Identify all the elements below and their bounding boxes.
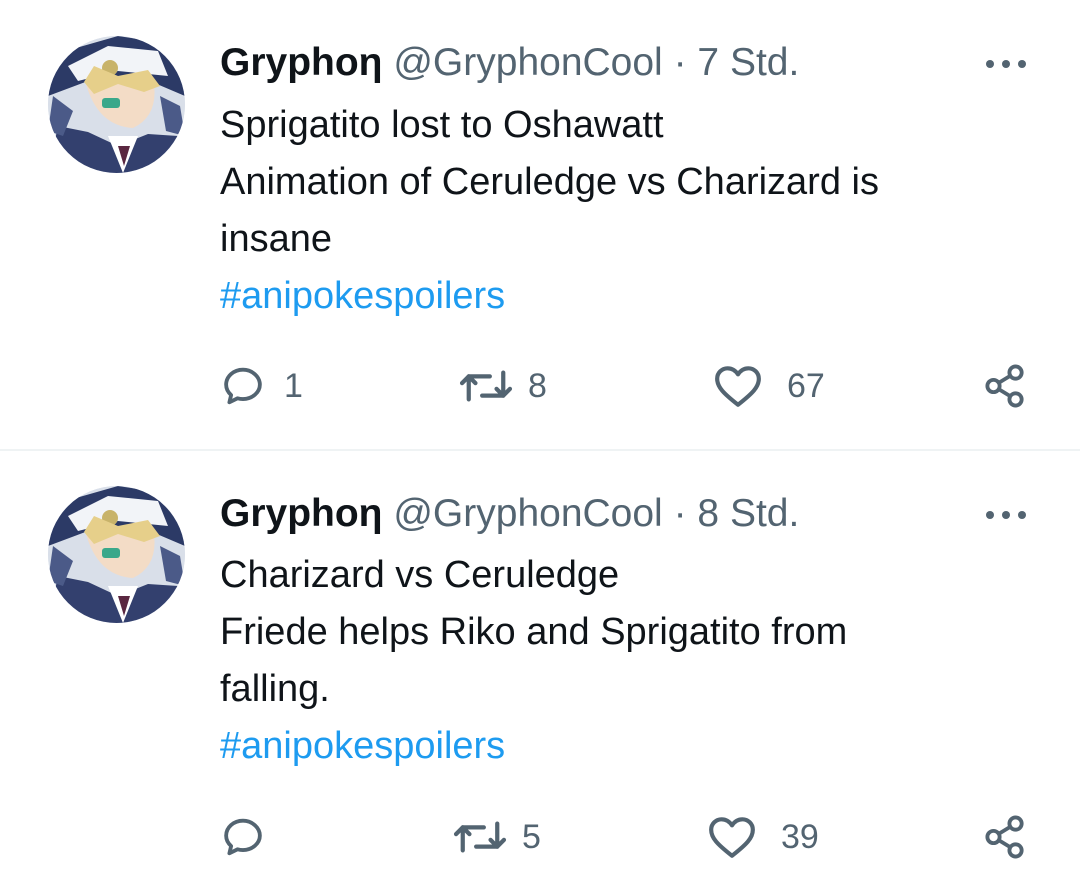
retweet-button[interactable]: 8 — [456, 356, 547, 416]
share-icon — [985, 815, 1024, 859]
tweet-actions: 5 39 — [0, 807, 1080, 867]
retweet-count: 8 — [528, 366, 547, 405]
like-button[interactable]: 39 — [707, 807, 819, 867]
display-name[interactable]: Gryphoη — [220, 492, 383, 535]
user-handle[interactable]: @GryphonCool — [393, 41, 662, 84]
retweet-icon — [459, 370, 513, 402]
retweet-count: 5 — [522, 817, 541, 856]
tweet-text: Charizard vs Ceruledge Friede helps Riko… — [220, 547, 1020, 775]
reply-icon — [224, 367, 262, 405]
hashtag-link[interactable]: #anipokespoilers — [220, 268, 1020, 325]
like-button[interactable]: 67 — [713, 356, 825, 416]
tweet[interactable]: Gryphoη @GryphonCool · 7 Std. Sprigatito… — [0, 0, 1080, 450]
user-handle[interactable]: @GryphonCool — [393, 492, 662, 535]
like-count: 39 — [781, 817, 819, 856]
heart-icon — [715, 366, 761, 407]
reply-count: 1 — [284, 366, 303, 405]
separator: · — [673, 492, 687, 535]
display-name[interactable]: Gryphoη — [220, 41, 383, 84]
avatar[interactable] — [48, 486, 185, 623]
tweet-header: Gryphoη @GryphonCool · 7 Std. — [220, 38, 799, 88]
timestamp[interactable]: 8 Std. — [697, 492, 799, 535]
retweet-icon — [453, 821, 507, 853]
share-button[interactable] — [982, 356, 1028, 416]
more-icon[interactable] — [984, 60, 1028, 72]
share-button[interactable] — [982, 807, 1028, 867]
tweet[interactable]: Gryphoη @GryphonCool · 8 Std. Charizard … — [0, 451, 1080, 877]
tweet-text-line: Sprigatito lost to Oshawatt — [220, 104, 664, 146]
separator: · — [673, 41, 687, 84]
reply-icon — [224, 818, 262, 856]
avatar[interactable] — [48, 36, 185, 173]
reply-button[interactable] — [220, 807, 284, 867]
avatar-image — [48, 486, 185, 623]
tweet-text: Sprigatito lost to Oshawatt Animation of… — [220, 97, 1020, 325]
tweet-header: Gryphoη @GryphonCool · 8 Std. — [220, 489, 799, 539]
heart-icon — [709, 817, 755, 858]
hashtag-link[interactable]: #anipokespoilers — [220, 718, 1020, 775]
tweet-text-line: Animation of Ceruledge vs Charizard is — [220, 161, 879, 203]
tweet-text-line: Charizard vs Ceruledge — [220, 554, 620, 596]
timestamp[interactable]: 7 Std. — [697, 41, 799, 84]
tweet-text-line: insane — [220, 218, 332, 260]
like-count: 67 — [787, 366, 825, 405]
avatar-image — [48, 36, 185, 173]
more-icon[interactable] — [984, 511, 1028, 523]
tweet-text-line: falling. — [220, 668, 330, 710]
reply-button[interactable]: 1 — [220, 356, 303, 416]
share-icon — [985, 364, 1024, 408]
retweet-button[interactable]: 5 — [450, 807, 541, 867]
tweet-actions: 1 8 67 — [0, 356, 1080, 416]
tweet-text-line: Friede helps Riko and Sprigatito from — [220, 611, 848, 653]
